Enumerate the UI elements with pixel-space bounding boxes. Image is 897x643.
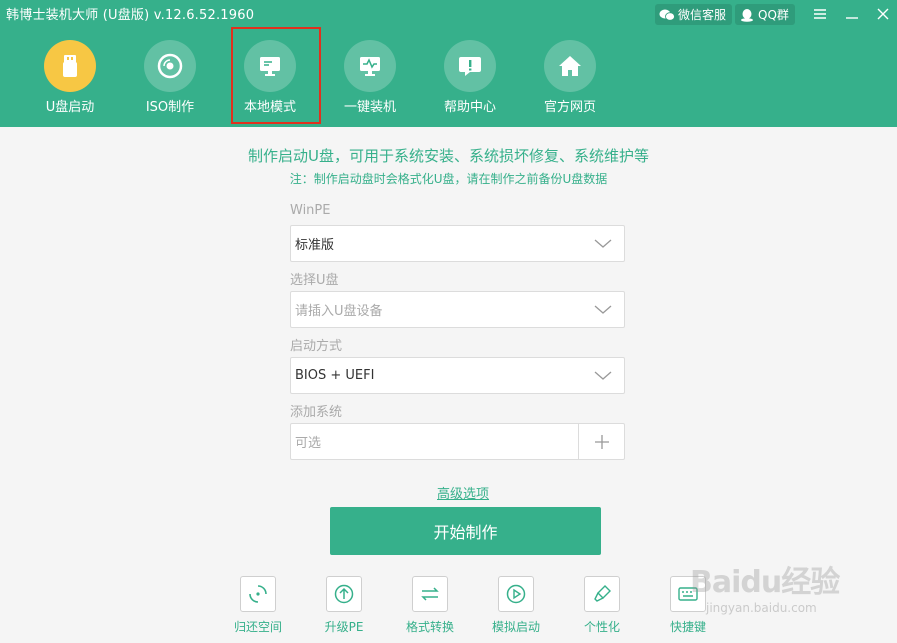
start-make-button[interactable]: 开始制作 [330, 507, 601, 555]
add-system-button[interactable] [578, 424, 624, 459]
tool-format-convert[interactable]: 格式转换 [392, 576, 468, 636]
nav-one-click-install-circle [344, 40, 396, 92]
add-system-label: 添加系统 [290, 405, 343, 420]
tool-shortcut-keys-label: 快捷键 [669, 620, 706, 634]
tool-upgrade-pe-label: 升级PE [324, 620, 364, 634]
nav-help-center-circle [444, 40, 496, 92]
tool-personalize-label: 个性化 [583, 620, 620, 634]
disc-icon [157, 53, 183, 79]
boot-mode-value: BIOS + UEFI [295, 368, 375, 383]
tool-simulate-boot-label: 模拟启动 [491, 620, 540, 634]
tool-restore-space-box [240, 576, 276, 612]
tool-format-convert-box [412, 576, 448, 612]
format-warning-note: 注：制作启动盘时会格式化U盘，请在制作之前备份U盘数据 [289, 172, 608, 186]
highlight-box [231, 27, 321, 124]
headline: 制作启动U盘，可用于系统安装、系统损坏修复、系统维护等 [248, 147, 649, 165]
wechat-icon [659, 9, 675, 21]
tool-personalize[interactable]: 个性化 [564, 576, 640, 636]
chevron-down-icon [594, 239, 612, 248]
restore-space-icon [249, 585, 267, 603]
tool-format-convert-label: 格式转换 [405, 620, 454, 634]
usb-select-label: 选择U盘 [290, 273, 339, 288]
tool-simulate-boot-box [498, 576, 534, 612]
minimize-button[interactable] [841, 4, 863, 24]
tool-restore-space[interactable]: 归还空间 [220, 576, 296, 636]
boot-mode-select[interactable]: BIOS + UEFI [290, 357, 625, 394]
wechat-service-label: 微信客服 [678, 8, 727, 22]
winpe-select-value: 标准版 [295, 238, 335, 253]
nav-official-site-label: 官方网页 [543, 100, 596, 115]
tool-shortcut-keys-box [670, 576, 706, 612]
tool-personalize-box [584, 576, 620, 612]
chevron-down-icon [594, 305, 612, 314]
qq-group-button[interactable]: QQ群 [735, 4, 795, 25]
usb-drive-icon [63, 55, 77, 77]
nav-iso-make[interactable]: ISO制作 [125, 40, 215, 116]
nav-usb-boot[interactable]: U盘启动 [25, 40, 115, 116]
wechat-service-button[interactable]: 微信客服 [655, 4, 733, 25]
nav-one-click-install-label: 一键装机 [343, 100, 396, 115]
app-title: 韩博士装机大师 (U盘版) v.12.6.52.1960 [6, 8, 255, 23]
qq-group-label: QQ群 [758, 8, 789, 22]
chevron-down-icon [594, 371, 612, 380]
close-icon [877, 8, 889, 20]
nav-official-site[interactable]: 官方网页 [525, 40, 615, 116]
nav-usb-boot-circle [44, 40, 96, 92]
keyboard-icon [678, 587, 698, 601]
home-icon [559, 56, 581, 76]
close-button[interactable] [872, 4, 894, 24]
nav-official-site-circle [544, 40, 596, 92]
tool-simulate-boot[interactable]: 模拟启动 [478, 576, 554, 636]
pulse-monitor-icon [360, 57, 380, 76]
nav-one-click-install[interactable]: 一键装机 [325, 40, 415, 116]
convert-icon [421, 587, 439, 601]
nav-help-center[interactable]: 帮助中心 [425, 40, 515, 116]
header-bar: 韩博士装机大师 (U盘版) v.12.6.52.1960 微信客服 QQ群 U盘… [0, 0, 897, 127]
plus-icon [594, 434, 609, 449]
add-system-placeholder: 可选 [295, 436, 322, 451]
nav-iso-make-circle [144, 40, 196, 92]
advanced-options-link[interactable]: 高级选项 [437, 483, 489, 502]
menu-icon [814, 9, 826, 19]
usb-device-select[interactable]: 请插入U盘设备 [290, 291, 625, 328]
upgrade-icon [334, 584, 354, 604]
qq-icon [741, 8, 753, 22]
usb-device-placeholder: 请插入U盘设备 [295, 304, 383, 319]
winpe-select[interactable]: 标准版 [290, 225, 625, 262]
winpe-label: WinPE [290, 203, 331, 218]
nav-iso-make-label: ISO制作 [145, 100, 195, 115]
tool-upgrade-pe[interactable]: 升级PE [306, 576, 382, 636]
play-icon [506, 584, 526, 604]
menu-button[interactable] [809, 4, 831, 24]
tool-upgrade-pe-box [326, 576, 362, 612]
boot-mode-label: 启动方式 [290, 339, 343, 354]
help-chat-icon [459, 57, 481, 76]
brush-icon [594, 585, 611, 602]
tool-restore-space-label: 归还空间 [233, 620, 282, 634]
tool-shortcut-keys[interactable]: 快捷键 [650, 576, 726, 636]
nav-usb-boot-label: U盘启动 [45, 100, 95, 115]
add-system-field[interactable]: 可选 [290, 423, 625, 460]
nav-help-center-label: 帮助中心 [443, 100, 496, 115]
minimize-icon [846, 17, 858, 19]
